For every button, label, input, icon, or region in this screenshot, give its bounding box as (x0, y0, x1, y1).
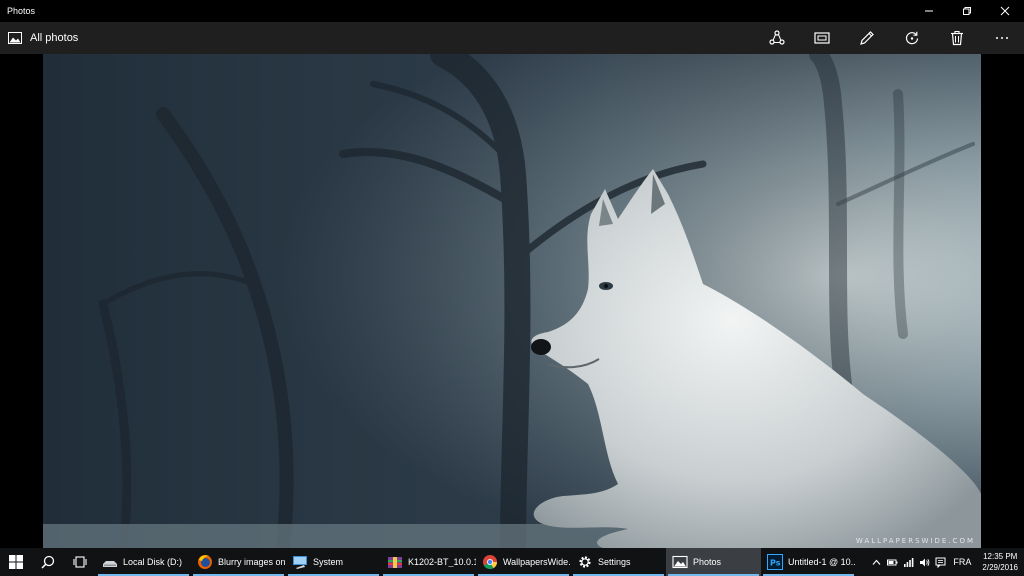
system-tray: FRA 12:35 PM 2/29/2016 (868, 548, 1024, 576)
taskbar-app-archive[interactable]: K1202-BT_10.0.1... (381, 548, 476, 576)
more-options-button[interactable] (979, 22, 1024, 54)
delete-icon (950, 30, 963, 46)
search-button[interactable] (32, 548, 64, 576)
speaker-icon (919, 558, 930, 566)
wolf-photo-image (43, 54, 981, 548)
archive-icon (388, 557, 402, 568)
delete-button[interactable] (934, 22, 979, 54)
search-icon (41, 555, 55, 569)
photo-watermark: WALLPAPERSWIDE.COM (855, 537, 975, 545)
minimize-icon (925, 10, 933, 12)
task-view-button[interactable] (64, 548, 96, 576)
task-view-icon (73, 556, 87, 568)
taskbar-app-chrome[interactable]: WallpapersWide... (476, 548, 571, 576)
taskbar-app-firefox[interactable]: Blurry images on... (191, 548, 286, 576)
slideshow-icon (813, 32, 830, 44)
more-icon (995, 37, 1008, 39)
show-hidden-icons-button[interactable] (868, 548, 884, 576)
action-center-button[interactable] (932, 548, 948, 576)
share-icon (768, 30, 785, 45)
taskbar-app-settings[interactable]: Settings (571, 548, 666, 576)
taskbar-app-label: Local Disk (D:) (123, 557, 183, 567)
taskbar: Local Disk (D:) Blurry images on... Syst… (0, 548, 1024, 576)
title-bar: Photos (0, 0, 1024, 22)
svg-text:Ps: Ps (770, 559, 781, 568)
battery-button[interactable] (884, 548, 900, 576)
start-button[interactable] (0, 548, 32, 576)
taskbar-app-photoshop[interactable]: Ps Untitled-1 @ 10... (761, 548, 856, 576)
rotate-button[interactable] (889, 22, 934, 54)
restore-icon (963, 7, 971, 15)
clock-time: 12:35 PM (983, 552, 1018, 561)
minimize-button[interactable] (910, 0, 948, 22)
clock[interactable]: 12:35 PM 2/29/2016 (976, 551, 1024, 573)
system-icon (293, 556, 307, 569)
volume-button[interactable] (916, 548, 932, 576)
slideshow-button[interactable] (799, 22, 844, 54)
taskbar-app-label: Blurry images on... (218, 557, 286, 567)
photoshop-icon: Ps (767, 554, 783, 570)
edit-button[interactable] (844, 22, 889, 54)
taskbar-app-label: System (313, 557, 344, 567)
battery-icon (886, 559, 898, 565)
taskbar-app-label: WallpapersWide... (503, 557, 571, 567)
firefox-icon (198, 555, 212, 569)
taskbar-app-system[interactable]: System (286, 548, 381, 576)
close-icon (1000, 6, 1010, 16)
command-bar: All photos (0, 22, 1024, 54)
chrome-icon (483, 555, 498, 570)
settings-gear-icon (579, 556, 591, 568)
window-title: Photos (7, 6, 36, 16)
photo-viewer[interactable]: WALLPAPERSWIDE.COM (0, 54, 1024, 548)
all-photos-button[interactable]: All photos (0, 22, 78, 54)
rotate-icon (905, 31, 918, 45)
drive-icon (103, 561, 117, 567)
close-button[interactable] (986, 0, 1024, 22)
taskbar-app-label: Untitled-1 @ 10... (788, 557, 856, 567)
clock-date: 2/29/2016 (982, 563, 1018, 572)
all-photos-label: All photos (30, 32, 79, 44)
photos-collection-icon (8, 32, 22, 44)
windows-logo-icon (9, 555, 23, 569)
taskbar-app-label: Settings (598, 557, 631, 567)
taskbar-app-photos[interactable]: Photos (666, 548, 761, 576)
wifi-signal-icon (903, 557, 914, 567)
wolf-photo: WALLPAPERSWIDE.COM (43, 54, 981, 548)
taskbar-app-label: Photos (693, 557, 722, 567)
taskbar-app-local-disk[interactable]: Local Disk (D:) (96, 548, 191, 576)
share-button[interactable] (754, 22, 799, 54)
chevron-up-icon (872, 559, 881, 565)
input-language[interactable]: FRA (948, 557, 976, 567)
edit-pencil-icon (859, 31, 874, 45)
network-button[interactable] (900, 548, 916, 576)
taskbar-app-label: K1202-BT_10.0.1... (408, 557, 476, 567)
photos-icon (672, 555, 688, 569)
restore-button[interactable] (948, 0, 986, 22)
notification-icon (935, 557, 946, 568)
